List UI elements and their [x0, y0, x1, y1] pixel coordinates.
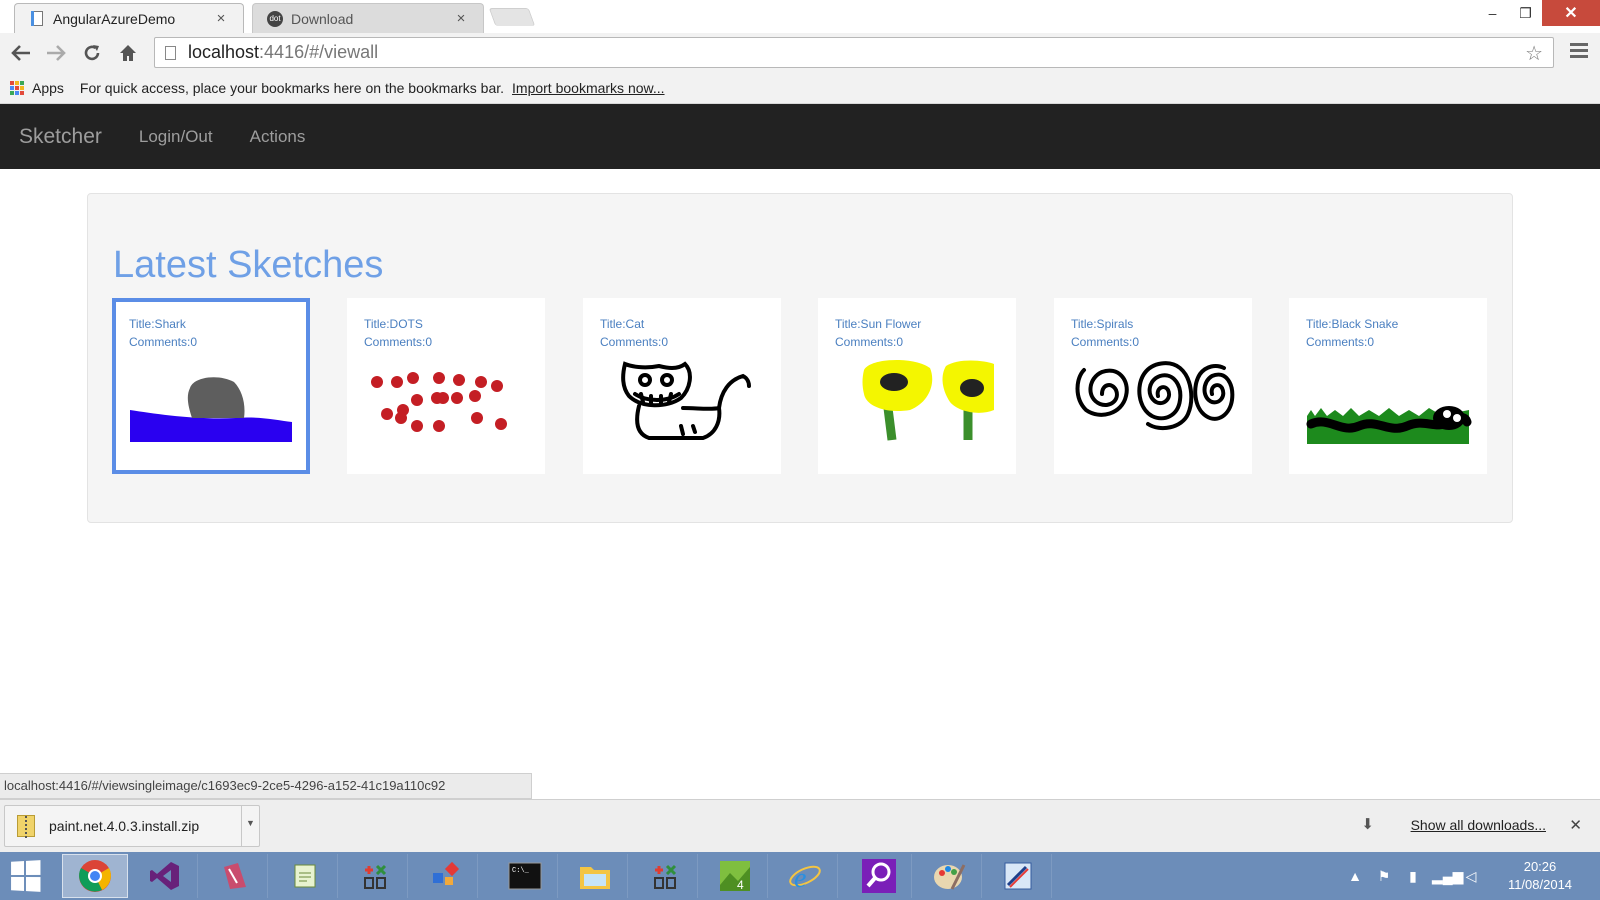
chrome-icon[interactable] — [62, 854, 128, 898]
sketch-card-cat[interactable]: Title:Cat Comments:0 — [583, 298, 781, 474]
minimize-button[interactable]: – — [1476, 0, 1509, 26]
spirals-sketch-image — [1075, 361, 1235, 431]
clock-date: 11/08/2014 — [1507, 877, 1573, 892]
cat-sketch-image — [621, 361, 751, 440]
windows-start-icon[interactable] — [11, 860, 41, 892]
sun-flower-sketch-image — [862, 359, 994, 441]
tab-close-icon[interactable]: × — [453, 10, 469, 27]
system-tray: ▲ ⚑ ▮ ▂▄▆ ◁ 20:26 11/08/2014 — [1345, 852, 1600, 900]
dots-sketch-image — [371, 372, 507, 432]
minecraft-icon[interactable]: 4 — [702, 854, 768, 898]
show-all-downloads-link[interactable]: Show all downloads... — [1411, 817, 1546, 833]
chrome-menu-icon[interactable] — [1570, 43, 1588, 61]
tab-title: Download — [291, 10, 354, 27]
chevron-down-icon[interactable]: ▼ — [241, 806, 259, 846]
url-host: localhost — [188, 42, 260, 62]
search-icon[interactable] — [846, 854, 912, 898]
visual-studio-icon[interactable] — [132, 854, 198, 898]
sketch-card-sun-flower[interactable]: Title:Sun Flower Comments:0 — [818, 298, 1016, 474]
chevron-up-icon[interactable]: ▲ — [1345, 868, 1365, 884]
svg-text:4: 4 — [737, 878, 744, 892]
close-shelf-icon[interactable]: ✕ — [1569, 816, 1582, 834]
page-icon — [29, 11, 45, 27]
svg-text:C:\_: C:\_ — [512, 867, 530, 875]
battery-icon[interactable]: ▮ — [1403, 868, 1423, 885]
sketch-card-dots[interactable]: Title:DOTS Comments:0 — [347, 298, 545, 474]
new-tab-button[interactable] — [488, 8, 536, 26]
ie-icon[interactable]: e — [772, 854, 838, 898]
app-navbar: Sketcher Login/Out Actions — [0, 104, 1600, 169]
svg-text:e: e — [794, 863, 806, 893]
forward-arrow-icon[interactable] — [44, 41, 68, 65]
tab-download[interactable]: dot Download × — [252, 3, 484, 33]
tool-icon[interactable] — [342, 854, 408, 898]
tool-icon[interactable] — [632, 854, 698, 898]
console-icon[interactable]: C:\_ — [492, 854, 558, 898]
paint-net-icon[interactable] — [986, 854, 1052, 898]
apps-shortcut[interactable]: Apps — [32, 80, 64, 96]
explorer-icon[interactable] — [562, 854, 628, 898]
notepad-icon[interactable] — [272, 854, 338, 898]
shark-sketch-image — [130, 377, 292, 442]
download-item[interactable]: paint.net.4.0.3.install.zip ▼ — [4, 805, 260, 847]
tab-close-icon[interactable]: × — [213, 10, 229, 27]
paint-icon[interactable] — [916, 854, 982, 898]
volume-icon[interactable]: ◁ — [1461, 868, 1481, 885]
sketches-panel: Latest Sketches Title:Shark Comments:0 T… — [87, 193, 1513, 523]
clock-time: 20:26 — [1523, 859, 1557, 874]
download-arrow-icon: ⬇ — [1361, 816, 1374, 833]
browser-tab-strip: AngularAzureDemo × dot Download × – ❐ ✕ — [0, 0, 1600, 33]
address-bar[interactable]: localhost:4416/#/viewall ☆ — [154, 37, 1554, 68]
windows-taskbar: C:\_ 4 e ▲ ⚑ ▮ ▂▄▆ ◁ 20:26 11/08/2014 — [0, 852, 1600, 900]
tab-title: AngularAzureDemo — [53, 10, 176, 27]
home-icon[interactable] — [116, 41, 140, 65]
flag-icon[interactable]: ⚑ — [1374, 868, 1394, 885]
sketch-card-black-snake[interactable]: Title:Black Snake Comments:0 — [1289, 298, 1487, 474]
back-arrow-icon[interactable] — [9, 41, 33, 65]
azure-icon[interactable] — [202, 854, 268, 898]
download-filename: paint.net.4.0.3.install.zip — [49, 818, 200, 834]
url-path: :4416/#/viewall — [259, 42, 379, 62]
black-snake-sketch-image — [1306, 406, 1472, 444]
nav-login-out[interactable]: Login/Out — [139, 127, 213, 147]
sketch-card-shark[interactable]: Title:Shark Comments:0 — [112, 298, 310, 474]
zip-file-icon — [17, 815, 35, 838]
bookmarks-message: For quick access, place your bookmarks h… — [79, 79, 505, 96]
link-status-bubble: localhost:4416/#/viewsingleimage/c1693ec… — [0, 773, 532, 799]
maximize-button[interactable]: ❐ — [1509, 0, 1542, 26]
app-brand[interactable]: Sketcher — [19, 125, 102, 149]
network-icon[interactable]: ▂▄▆ — [1432, 868, 1463, 885]
import-bookmarks-link[interactable]: Import bookmarks now... — [512, 80, 665, 96]
nav-actions[interactable]: Actions — [250, 127, 306, 147]
bookmark-star-icon[interactable]: ☆ — [1525, 41, 1543, 66]
bookmarks-bar: Apps For quick access, place your bookma… — [0, 72, 1600, 104]
browser-toolbar: localhost:4416/#/viewall ☆ — [0, 33, 1600, 72]
close-window-button[interactable]: ✕ — [1542, 0, 1600, 26]
download-shelf: paint.net.4.0.3.install.zip ▼ ⬇ Show all… — [0, 799, 1600, 852]
apps-icon[interactable] — [412, 854, 478, 898]
page-icon — [165, 45, 176, 60]
sketch-card-spirals[interactable]: Title:Spirals Comments:0 — [1054, 298, 1252, 474]
dotnet-icon: dot — [267, 10, 283, 27]
page-title: Latest Sketches — [113, 244, 384, 286]
tab-angularazuredemo[interactable]: AngularAzureDemo × — [14, 3, 244, 33]
apps-grid-icon[interactable] — [10, 80, 24, 95]
window-controls: – ❐ ✕ — [1476, 0, 1600, 26]
reload-icon[interactable] — [80, 41, 104, 65]
clock[interactable]: 20:26 11/08/2014 — [1490, 858, 1590, 894]
